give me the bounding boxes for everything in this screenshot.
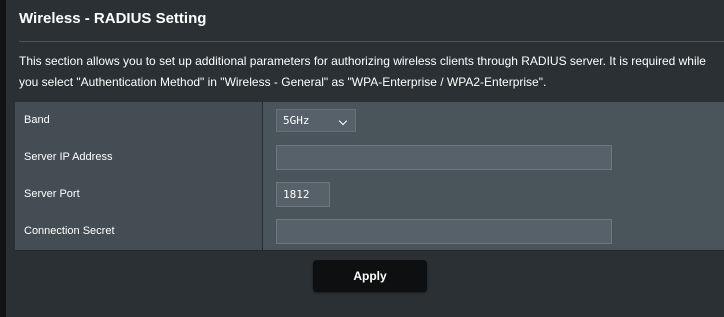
connection-secret-input[interactable] bbox=[276, 219, 612, 244]
band-label: Band bbox=[15, 102, 263, 139]
page: Wireless - RADIUS Setting This section a… bbox=[0, 0, 724, 317]
title-divider bbox=[19, 41, 724, 42]
chevron-down-icon bbox=[338, 116, 348, 126]
server-port-row: Server Port bbox=[15, 176, 724, 214]
server-ip-row: Server IP Address bbox=[15, 139, 724, 177]
server-ip-input[interactable] bbox=[276, 145, 612, 170]
server-port-input[interactable] bbox=[276, 182, 330, 207]
connection-secret-value-cell bbox=[263, 213, 724, 250]
description-line-2: you select "Authentication Method" in "W… bbox=[19, 75, 547, 89]
server-port-value-cell bbox=[263, 176, 724, 213]
section-description: This section allows you to set up additi… bbox=[19, 51, 724, 93]
band-row: Band 5GHz bbox=[15, 102, 724, 140]
band-selected-value: 5GHz bbox=[283, 114, 310, 127]
server-ip-value-cell bbox=[263, 139, 724, 176]
band-select[interactable]: 5GHz bbox=[276, 109, 356, 132]
apply-button[interactable]: Apply bbox=[313, 260, 427, 292]
left-border bbox=[0, 0, 6, 317]
connection-secret-label: Connection Secret bbox=[15, 213, 263, 250]
connection-secret-row: Connection Secret bbox=[15, 213, 724, 251]
band-value-cell: 5GHz bbox=[263, 102, 724, 139]
server-ip-label: Server IP Address bbox=[15, 139, 263, 176]
server-port-label: Server Port bbox=[15, 176, 263, 213]
page-title: Wireless - RADIUS Setting bbox=[19, 10, 207, 27]
description-line-1: This section allows you to set up additi… bbox=[19, 54, 706, 68]
